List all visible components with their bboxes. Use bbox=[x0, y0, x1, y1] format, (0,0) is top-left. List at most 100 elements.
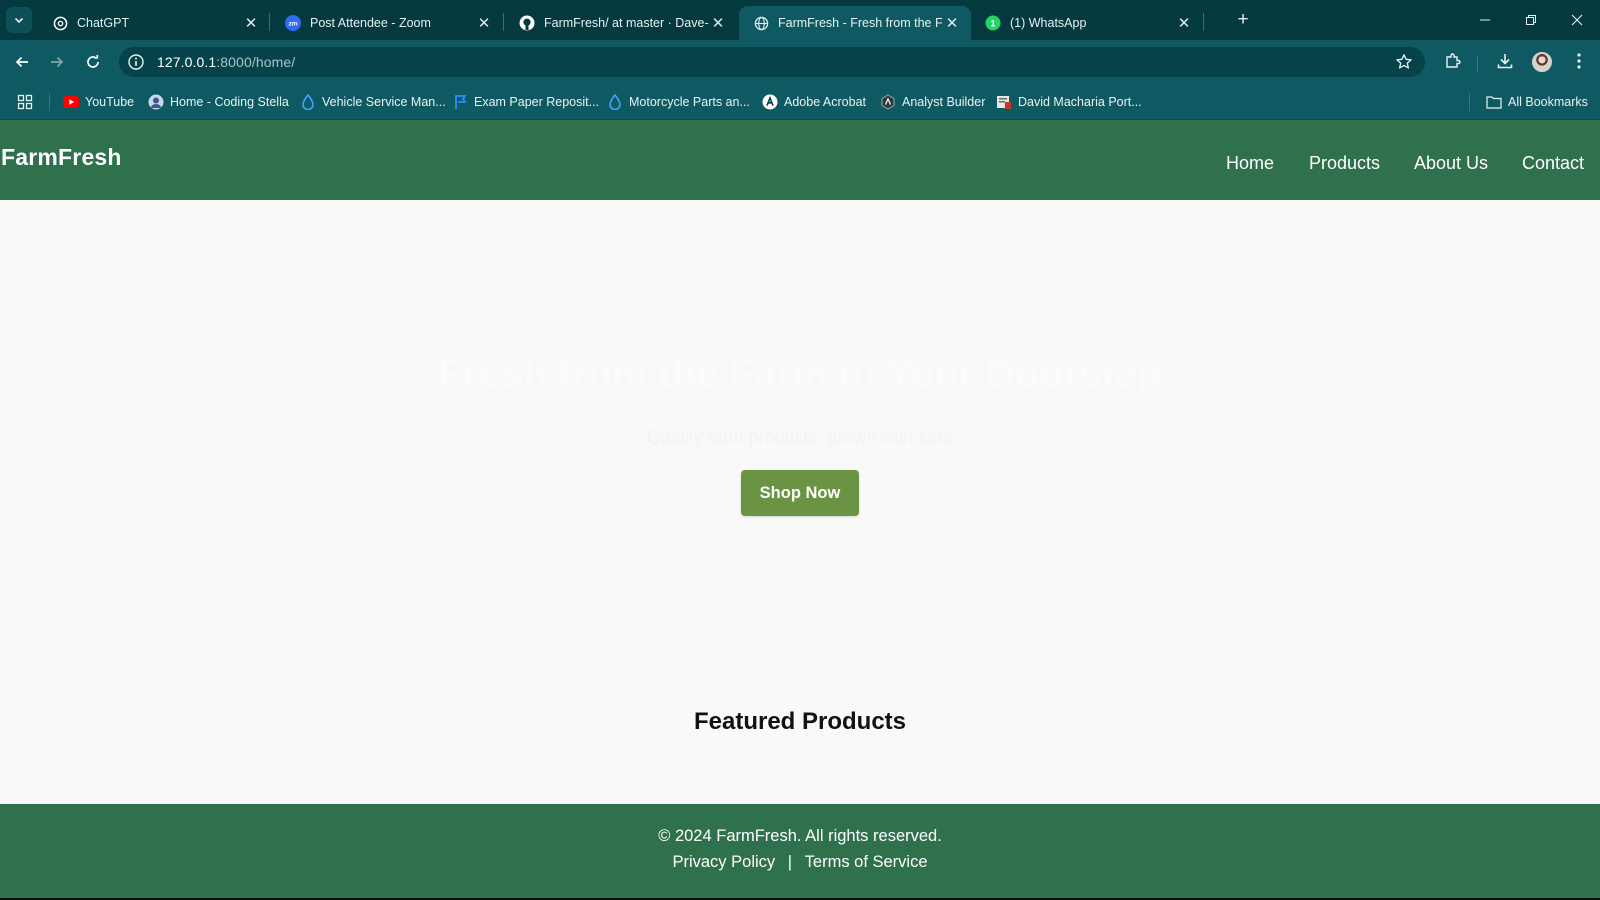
downloads-button[interactable] bbox=[1494, 50, 1516, 72]
browser-toolbar: 127.0.0.1:8000/home/ bbox=[0, 40, 1600, 84]
hero-title: Fresh from the Farm to Your Doorstep bbox=[438, 352, 1162, 396]
nav-products[interactable]: Products bbox=[1309, 153, 1380, 174]
bookmark-exam-paper[interactable]: Exam Paper Reposit... bbox=[452, 92, 599, 112]
chatgpt-icon bbox=[52, 15, 68, 31]
toolbar-divider bbox=[1477, 56, 1478, 72]
bookmark-motorcycle-parts[interactable]: Motorcycle Parts an... bbox=[607, 92, 750, 112]
bookmark-label: Analyst Builder bbox=[902, 95, 986, 109]
github-icon bbox=[519, 15, 535, 31]
tab-divider bbox=[269, 13, 270, 31]
star-bookmark-icon[interactable] bbox=[1395, 53, 1413, 71]
restore-button[interactable] bbox=[1508, 0, 1554, 40]
bookmark-youtube[interactable]: YouTube bbox=[63, 92, 134, 112]
portfolio-icon bbox=[996, 94, 1012, 110]
tab-github[interactable]: FarmFresh/ at master · Dave-nd ✕ bbox=[505, 6, 737, 40]
chevron-down-icon bbox=[14, 17, 24, 24]
forward-button[interactable] bbox=[44, 49, 70, 75]
apps-button[interactable] bbox=[17, 92, 33, 112]
svg-text:1: 1 bbox=[990, 19, 995, 29]
acrobat-icon bbox=[762, 94, 778, 110]
drop-icon bbox=[607, 94, 623, 110]
copyright-text: © 2024 FarmFresh. All rights reserved. bbox=[658, 827, 942, 845]
globe-icon bbox=[753, 15, 769, 31]
youtube-icon bbox=[63, 94, 79, 110]
extensions-button[interactable] bbox=[1442, 50, 1464, 72]
tab-title: ChatGPT bbox=[77, 16, 130, 30]
featured-products-heading: Featured Products bbox=[693, 708, 907, 735]
close-icon[interactable]: ✕ bbox=[943, 14, 961, 32]
terms-of-service-link[interactable]: Terms of Service bbox=[805, 853, 928, 871]
tab-title: FarmFresh - Fresh from the Farm bbox=[778, 16, 943, 30]
address-bar[interactable]: 127.0.0.1:8000/home/ bbox=[119, 47, 1425, 77]
close-icon[interactable]: ✕ bbox=[709, 14, 727, 32]
tab-title: (1) WhatsApp bbox=[1010, 16, 1087, 30]
tab-whatsapp[interactable]: 1 (1) WhatsApp ✕ bbox=[971, 6, 1203, 40]
bookmark-adobe-acrobat[interactable]: Adobe Acrobat bbox=[762, 92, 866, 112]
coding-stella-icon bbox=[148, 94, 164, 110]
profile-avatar[interactable] bbox=[1532, 52, 1552, 72]
bookmark-david-macharia[interactable]: David Macharia Port... bbox=[996, 92, 1142, 112]
tab-zoom[interactable]: zm Post Attendee - Zoom ✕ bbox=[271, 6, 503, 40]
nav-contact[interactable]: Contact bbox=[1522, 153, 1584, 174]
close-icon[interactable]: ✕ bbox=[1175, 14, 1193, 32]
minimize-button[interactable] bbox=[1462, 0, 1508, 40]
site-header: FarmFresh Home Products About Us Contact bbox=[0, 120, 1600, 200]
bookmark-analyst-builder[interactable]: Analyst Builder bbox=[880, 92, 985, 112]
privacy-policy-link[interactable]: Privacy Policy bbox=[672, 853, 775, 871]
folder-icon bbox=[1486, 94, 1502, 110]
download-icon bbox=[1497, 54, 1513, 69]
bookmark-label: YouTube bbox=[85, 95, 135, 109]
whatsapp-icon: 1 bbox=[985, 15, 1001, 31]
close-icon[interactable]: ✕ bbox=[242, 14, 260, 32]
svg-text:zm: zm bbox=[288, 21, 297, 28]
site-footer: © 2024 FarmFresh. All rights reserved. P… bbox=[0, 804, 1600, 898]
bookmark-label: Motorcycle Parts an... bbox=[629, 95, 750, 109]
apps-grid-icon bbox=[17, 94, 33, 110]
nav-home[interactable]: Home bbox=[1226, 153, 1274, 174]
hero-section: Fresh from the Farm to Your Doorstep Qua… bbox=[0, 200, 1600, 760]
bookmark-label: Vehicle Service Man... bbox=[322, 95, 446, 109]
hero-subtitle: Quality farm products, grown with care bbox=[646, 427, 954, 447]
zoom-icon: zm bbox=[285, 15, 301, 31]
arrow-left-icon bbox=[15, 56, 28, 68]
site-info-icon[interactable] bbox=[127, 53, 145, 71]
browser-menu-button[interactable] bbox=[1568, 50, 1590, 72]
all-bookmarks-label: All Bookmarks bbox=[1508, 95, 1588, 109]
tab-title: FarmFresh/ at master · Dave-nd bbox=[544, 16, 709, 30]
url-host: 127.0.0.1 bbox=[157, 54, 217, 70]
drop-icon bbox=[300, 94, 316, 110]
tab-farmfresh-active[interactable]: FarmFresh - Fresh from the Farm ✕ bbox=[739, 6, 971, 40]
nav-about-us[interactable]: About Us bbox=[1414, 153, 1488, 174]
footer-link-separator: | bbox=[787, 853, 793, 871]
bookmark-label: Exam Paper Reposit... bbox=[474, 95, 600, 109]
kebab-menu-icon bbox=[1577, 53, 1581, 69]
reload-button[interactable] bbox=[80, 49, 106, 75]
site-logo[interactable]: FarmFresh bbox=[1, 144, 122, 171]
all-bookmarks-button[interactable]: All Bookmarks bbox=[1486, 92, 1588, 112]
reload-icon bbox=[87, 55, 99, 68]
tab-chatgpt[interactable]: ChatGPT ✕ bbox=[38, 6, 270, 40]
shop-now-button[interactable]: Shop Now bbox=[741, 470, 859, 516]
url-text: 127.0.0.1:8000/home/ bbox=[157, 54, 295, 70]
tab-title: Post Attendee - Zoom bbox=[310, 16, 431, 30]
minimize-icon bbox=[1480, 19, 1490, 21]
url-path: :8000/home/ bbox=[216, 54, 296, 70]
new-tab-plus-icon[interactable]: + bbox=[1232, 9, 1254, 31]
page-viewport: FarmFresh Home Products About Us Contact… bbox=[0, 120, 1600, 900]
bookmark-vehicle-service[interactable]: Vehicle Service Man... bbox=[300, 92, 446, 112]
bookmarks-bar: YouTube Home - Coding Stella Vehicle Ser… bbox=[0, 84, 1600, 120]
footer-links: Privacy Policy | Terms of Service bbox=[0, 853, 1600, 872]
bookmark-divider bbox=[1469, 93, 1470, 111]
tab-divider bbox=[503, 13, 504, 31]
close-icon[interactable]: ✕ bbox=[475, 14, 493, 32]
close-window-button[interactable] bbox=[1554, 0, 1600, 40]
bookmark-coding-stella[interactable]: Home - Coding Stella bbox=[148, 92, 289, 112]
back-button[interactable] bbox=[9, 49, 35, 75]
restore-icon bbox=[1526, 15, 1536, 25]
flag-icon bbox=[452, 94, 468, 110]
puzzle-icon bbox=[1446, 53, 1461, 68]
tab-search-button[interactable] bbox=[6, 7, 32, 33]
analyst-builder-icon bbox=[880, 94, 896, 110]
bookmark-divider bbox=[49, 93, 50, 111]
close-icon bbox=[1571, 14, 1583, 26]
